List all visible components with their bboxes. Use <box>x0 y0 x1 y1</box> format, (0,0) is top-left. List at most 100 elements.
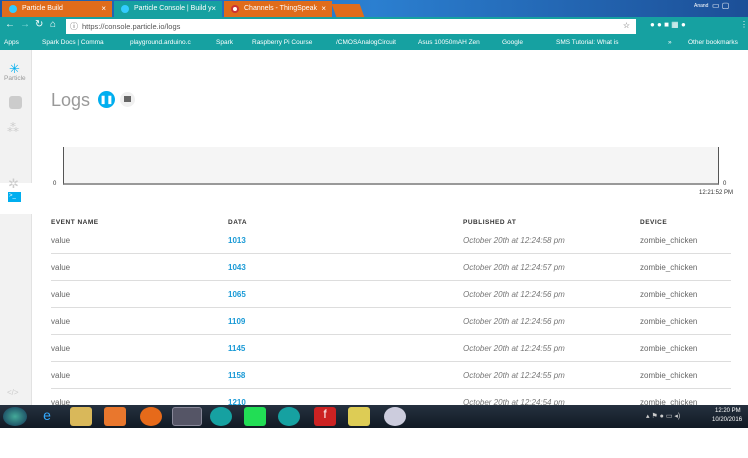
forward-icon[interactable]: → <box>20 19 30 30</box>
info-icon: ⓘ <box>70 22 78 31</box>
particle-icon <box>9 5 17 13</box>
bookmark[interactable]: Spark Docs | Comma <box>42 39 104 46</box>
event-data[interactable]: 1158 <box>228 371 245 380</box>
new-tab-button[interactable] <box>331 4 365 17</box>
bookmark[interactable]: Spark <box>216 39 233 46</box>
clock-time[interactable]: 12:20 PM <box>715 408 741 414</box>
navigation-bar: ← → ↻ ⌂ ⓘ https://console.particle.io/log… <box>0 17 748 36</box>
terminal-button[interactable] <box>120 92 135 107</box>
address-bar[interactable]: ⓘ https://console.particle.io/logs ☆ <box>66 19 636 34</box>
table-row[interactable]: value 1065 October 20th at 12:24:56 pm zomb… <box>51 281 731 308</box>
tab-particle-console[interactable]: Particle Console | Build y × <box>114 1 222 17</box>
event-name: value <box>51 317 71 326</box>
table-row[interactable]: value 1158 October 20th at 12:24:55 pm zomb… <box>51 362 731 389</box>
close-icon[interactable]: × <box>101 4 106 13</box>
extension-icons[interactable]: ● ● ■ ▦ ● <box>650 20 686 29</box>
main-content: Logs ❚❚ 0 0 12:21:52 PM EVENT NAME DATA … <box>32 50 748 416</box>
pause-button[interactable]: ❚❚ <box>98 91 115 108</box>
brand-label: Particle <box>4 75 26 82</box>
tab-thingspeak[interactable]: Channels - ThingSpeak × <box>224 1 332 17</box>
reload-icon[interactable]: ↻ <box>35 19 43 30</box>
particle-icon <box>121 5 129 13</box>
window-controls[interactable]: ▭ ▢ <box>712 1 729 10</box>
terminal-icon: >_ <box>8 192 21 202</box>
code-icon[interactable]: </> <box>7 388 19 397</box>
tab-particle-build[interactable]: Particle Build × <box>2 1 112 17</box>
bookmark[interactable]: Apps <box>4 39 19 46</box>
star-icon[interactable]: ☆ <box>623 21 630 30</box>
device-name: zombie_chicken <box>640 236 698 245</box>
published-at: October 20th at 12:24:58 pm <box>463 236 565 245</box>
bookmark[interactable]: playground.arduino.c <box>130 39 191 46</box>
pycharm-icon[interactable] <box>244 407 266 426</box>
other-bookmarks[interactable]: Other bookmarks <box>688 39 738 46</box>
event-name: value <box>51 263 71 272</box>
device-name: zombie_chicken <box>640 290 698 299</box>
event-data[interactable]: 1145 <box>228 344 245 353</box>
back-icon[interactable]: ← <box>5 19 15 30</box>
device-name: zombie_chicken <box>640 371 698 380</box>
sidebar: ✳ Particle ⁂ >_ ✲ </> <box>0 50 33 405</box>
firefox-icon[interactable] <box>140 407 162 426</box>
explorer-icon[interactable] <box>70 407 92 426</box>
event-name: value <box>51 344 71 353</box>
column-header: DATA <box>228 219 248 226</box>
fritzing-icon[interactable]: f <box>314 407 336 426</box>
ie-icon[interactable]: e <box>36 407 58 426</box>
bookmarks-bar: Apps Spark Docs | Comma playground.ardui… <box>0 36 748 50</box>
event-name: value <box>51 236 71 245</box>
integrations-icon[interactable]: ✲ <box>8 176 19 192</box>
bookmark[interactable]: Google <box>502 39 523 46</box>
terminal-icon <box>124 96 131 102</box>
bookmark[interactable]: Asus 10050mAH Zen <box>418 39 480 46</box>
app-icon[interactable] <box>348 407 370 426</box>
column-header: DEVICE <box>640 219 668 226</box>
device-name: zombie_chicken <box>640 317 698 326</box>
paint-icon[interactable] <box>384 407 406 426</box>
x-tick-label: 12:21:52 PM <box>699 190 734 196</box>
menu-icon[interactable]: ⋮ <box>740 20 748 29</box>
published-at: October 20th at 12:24:57 pm <box>463 263 565 272</box>
column-header: EVENT NAME <box>51 219 99 226</box>
device-name: zombie_chicken <box>640 344 698 353</box>
table-row[interactable]: value 1013 October 20th at 12:24:58 pm zomb… <box>51 227 731 254</box>
media-player-icon[interactable] <box>104 407 126 426</box>
home-icon[interactable]: ⌂ <box>50 19 56 30</box>
event-name: value <box>51 371 71 380</box>
column-header: PUBLISHED AT <box>463 219 517 226</box>
arduino-icon[interactable] <box>210 407 232 426</box>
bookmark[interactable]: /CMOSAnalogCircuit <box>336 39 396 46</box>
page-title: Logs <box>51 90 91 110</box>
browser-tab-strip: Particle Build × Particle Console | Build… <box>0 0 748 17</box>
close-icon[interactable]: × <box>321 4 326 13</box>
event-data[interactable]: 1043 <box>228 263 246 272</box>
table-row[interactable]: value 1145 October 20th at 12:24:55 pm zomb… <box>51 335 731 362</box>
event-name: value <box>51 290 71 299</box>
chart-plot-area <box>63 147 719 185</box>
device-name: zombie_chicken <box>640 263 698 272</box>
event-data[interactable]: 1013 <box>228 236 246 245</box>
bookmark[interactable]: Raspberry Pi Course <box>252 39 312 46</box>
chrome-icon[interactable] <box>172 407 202 426</box>
thingspeak-icon <box>231 5 239 13</box>
more-bookmarks-icon[interactable]: » <box>668 39 672 46</box>
published-at: October 20th at 12:24:56 pm <box>463 317 565 326</box>
published-at: October 20th at 12:24:56 pm <box>463 290 565 299</box>
table-row[interactable]: value 1109 October 20th at 12:24:56 pm zomb… <box>51 308 731 335</box>
published-at: October 20th at 12:24:55 pm <box>463 371 565 380</box>
event-data[interactable]: 1065 <box>228 290 246 299</box>
table-row[interactable]: value 1043 October 20th at 12:24:57 pm zomb… <box>51 254 731 281</box>
y-tick-label: 0 <box>723 181 727 187</box>
profile-name[interactable]: Anand <box>694 3 708 9</box>
event-data[interactable]: 1109 <box>228 317 245 326</box>
published-at: October 20th at 12:24:55 pm <box>463 344 565 353</box>
windows-taskbar: e f ▴ ⚑ ● ▭ ◂) 12:20 PM 10/20/2016 <box>0 405 748 428</box>
devices-icon[interactable] <box>9 96 22 109</box>
products-icon[interactable]: ⁂ <box>7 121 19 135</box>
clock-date[interactable]: 10/20/2016 <box>712 417 742 423</box>
start-button[interactable] <box>3 407 27 426</box>
system-tray-icons[interactable]: ▴ ⚑ ● ▭ ◂) <box>646 412 680 420</box>
bookmark[interactable]: SMS Tutorial: What is <box>556 39 619 46</box>
close-icon[interactable]: × <box>211 4 216 13</box>
arduino-icon[interactable] <box>278 407 300 426</box>
